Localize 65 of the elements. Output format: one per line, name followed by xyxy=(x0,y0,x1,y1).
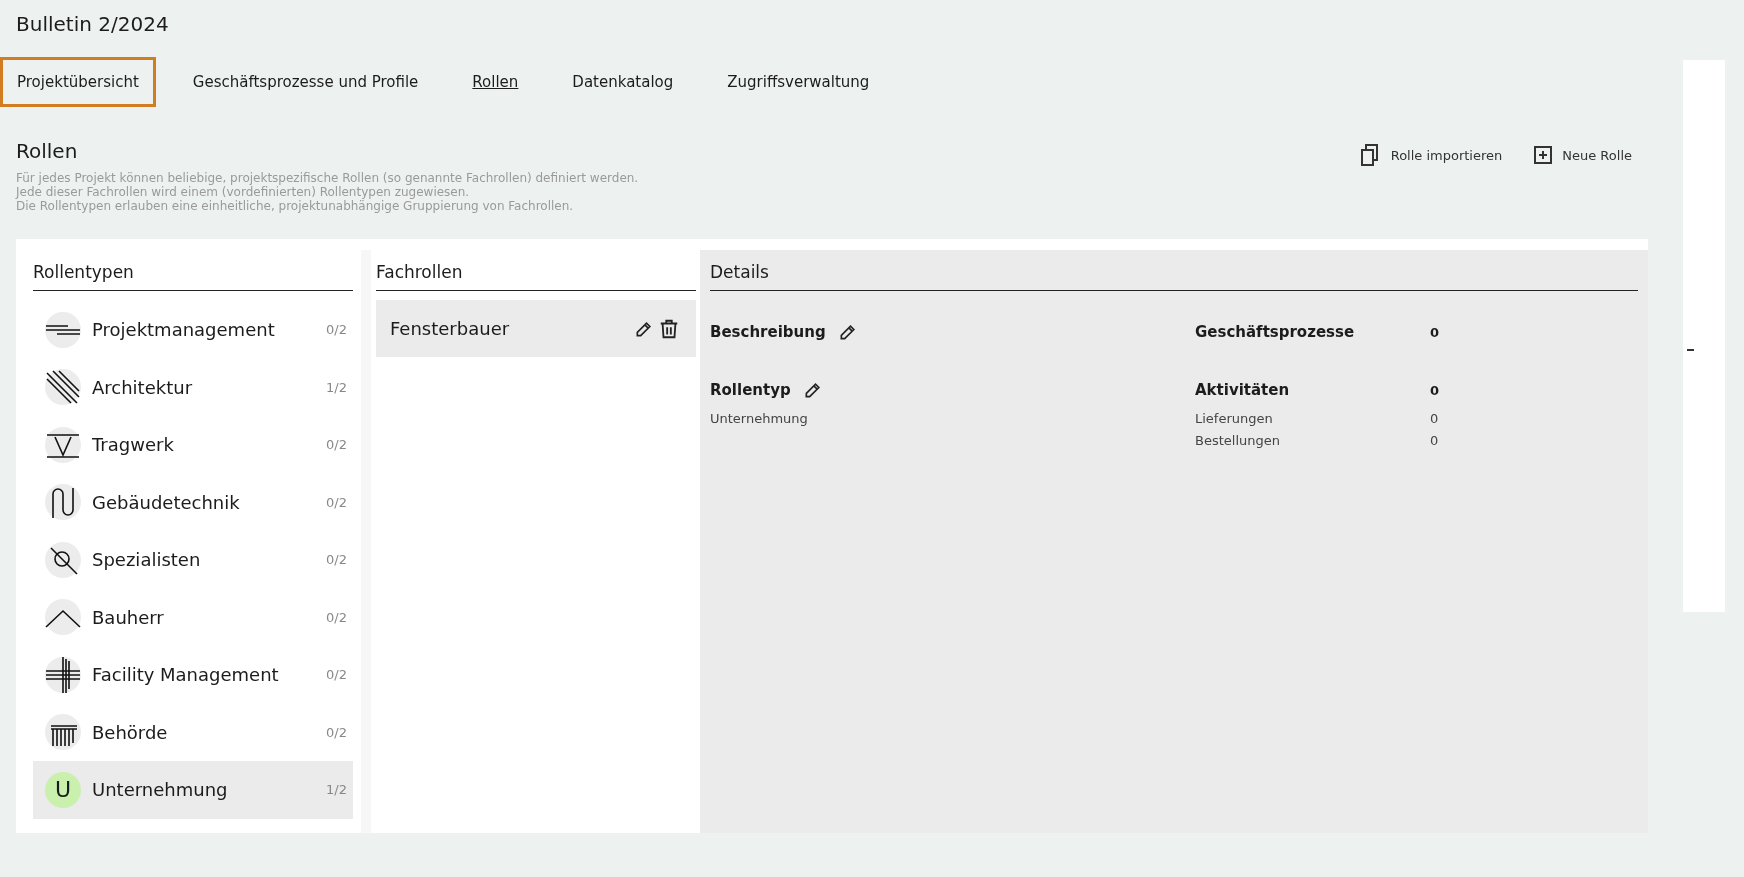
horizontal-lines-icon xyxy=(45,311,81,348)
description-text: Für jedes Projekt können beliebige, projektspezifische Rollen (so genannte Fachrollen) definiert werden. Jede dieser Fachrollen wird einem (vordefinierten) Rollentypen zugewiesen. Die Rollentypen erlauben eine einheitliche, projektunabhängige Gruppierung von Fachrollen. xyxy=(14,170,640,213)
field-label: Geschäftsprozesse xyxy=(1195,323,1355,341)
role-type-item[interactable]: Bauherr 0/2 xyxy=(33,588,353,646)
role-type-item[interactable]: Spezialisten 0/2 xyxy=(33,531,353,589)
nav-tab[interactable]: Datenkatalog xyxy=(555,57,691,107)
field-value: Unternehmung xyxy=(710,410,808,426)
magnifier-icon xyxy=(45,541,81,578)
role-type-item[interactable]: Architektur 1/2 xyxy=(33,358,353,416)
role-type-item[interactable]: U Unternehmung 1/2 xyxy=(33,761,353,819)
field-value: 0 xyxy=(1430,324,1440,340)
role-type-label: Unternehmung xyxy=(92,779,229,801)
column-header: Fachrollen xyxy=(376,250,696,291)
nav-tab[interactable]: Rollen xyxy=(455,57,536,107)
trash-icon xyxy=(658,317,680,340)
import-role-button[interactable]: Rolle importieren xyxy=(1354,143,1509,167)
column-header: Rollentypen xyxy=(33,250,353,291)
role-count: 0/2 xyxy=(326,437,347,453)
role-count: 1/2 xyxy=(326,379,347,395)
nav-tab[interactable]: Zugriffsverwaltung xyxy=(710,57,887,107)
role-count: 0/2 xyxy=(326,667,347,683)
role-count: 0/2 xyxy=(326,322,347,338)
role-type-item[interactable]: Facility Management 0/2 xyxy=(33,646,353,704)
role-type-label: Behörde xyxy=(92,721,169,743)
section-heading: Rollen xyxy=(16,139,78,163)
field-label: Rollentyp xyxy=(710,381,791,399)
role-type-label: Gebäudetechnik xyxy=(92,491,241,513)
columns-icon xyxy=(45,714,81,751)
activity-count: 0 xyxy=(1430,432,1439,448)
role-type-item[interactable]: Projektmanagement 0/2 xyxy=(33,301,353,359)
diagonal-lines-icon xyxy=(45,369,81,406)
field-label: Beschreibung xyxy=(710,323,826,341)
role-count: 0/2 xyxy=(326,494,347,510)
field-value: 0 xyxy=(1430,382,1440,398)
plus-icon xyxy=(1534,146,1553,164)
activity-count: 0 xyxy=(1430,410,1439,426)
role-type-label: Bauherr xyxy=(92,606,165,628)
role-type-label: Projektmanagement xyxy=(92,319,276,341)
field-label: Aktivitäten xyxy=(1195,381,1290,399)
role-type-item[interactable]: Gebäudetechnik 0/2 xyxy=(33,473,353,531)
page-title: Bulletin 2/2024 xyxy=(15,11,170,38)
role-count: 0/2 xyxy=(326,724,347,740)
letter-avatar: U xyxy=(45,771,81,808)
new-role-button[interactable]: Neue Rolle xyxy=(1528,143,1638,167)
role-type-item[interactable]: Tragwerk 0/2 xyxy=(33,416,353,474)
specialist-role-item[interactable]: Fensterbauer xyxy=(376,300,696,357)
role-type-label: Tragwerk xyxy=(92,434,175,456)
roof-icon xyxy=(45,599,81,636)
activity-label: Lieferungen xyxy=(1195,410,1273,426)
activity-label: Bestellungen xyxy=(1195,432,1280,448)
role-type-label: Architektur xyxy=(92,376,194,398)
nav-tab[interactable]: Geschäftsprozesse und Profile xyxy=(175,57,436,107)
dash-mark xyxy=(1687,349,1694,351)
nav-tab[interactable]: Projektübersicht xyxy=(0,57,156,107)
crossed-lines-icon xyxy=(45,656,81,693)
pipe-icon xyxy=(45,484,81,521)
role-count: 0/2 xyxy=(326,609,347,625)
column-header: Details xyxy=(710,250,1638,291)
role-type-item[interactable]: Behörde 0/2 xyxy=(33,703,353,761)
role-count: 1/2 xyxy=(326,782,347,798)
role-type-label: Spezialisten xyxy=(92,549,202,571)
role-type-label: Facility Management xyxy=(92,664,280,686)
role-count: 0/2 xyxy=(326,552,347,568)
copy-icon xyxy=(1360,144,1381,166)
role-name: Fensterbauer xyxy=(390,318,511,339)
